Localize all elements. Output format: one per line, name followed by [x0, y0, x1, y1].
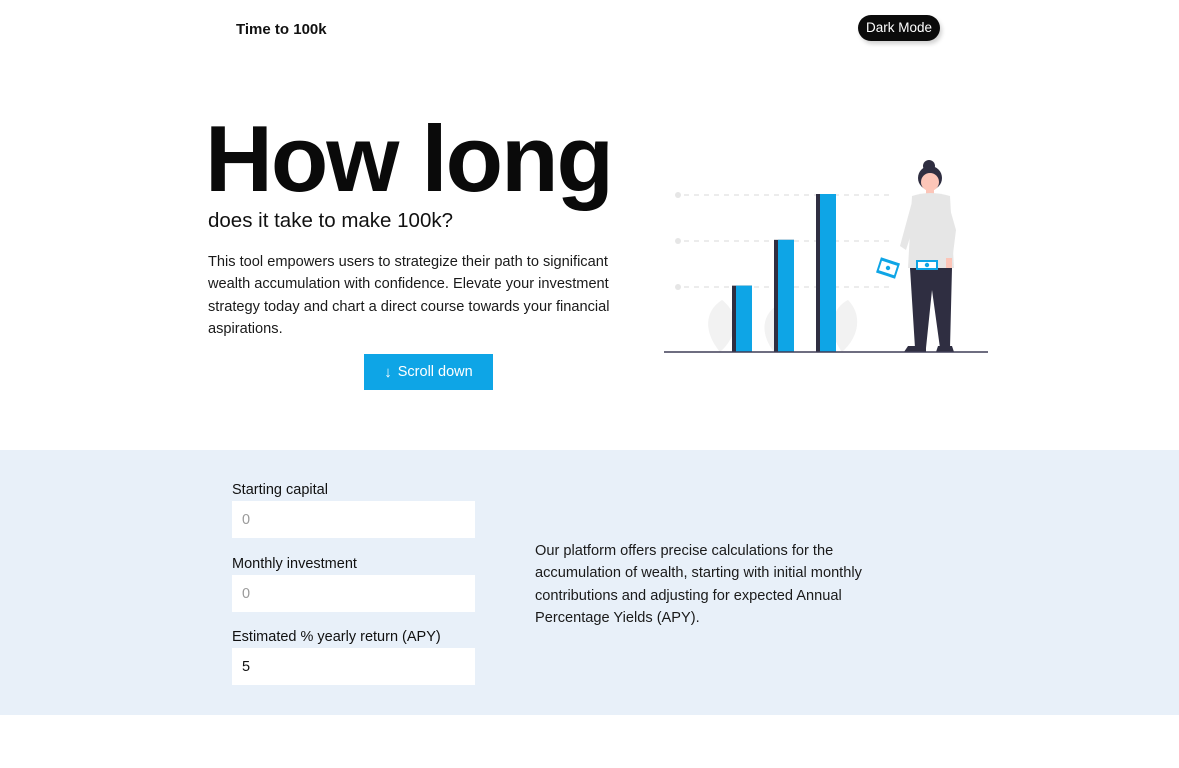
dark-mode-toggle[interactable]: Dark Mode	[858, 15, 941, 41]
hero-title: How long	[205, 106, 614, 211]
calculator-description: Our platform offers precise calculations…	[535, 543, 862, 626]
illustration-bar	[778, 239, 794, 352]
yearly-return-label: Estimated % yearly return (APY)	[232, 629, 441, 645]
hero-description: This tool empowers users to strategize t…	[208, 254, 610, 337]
illustration-bar	[820, 194, 836, 352]
illustration-bar	[736, 285, 752, 352]
scroll-down-button[interactable]: ↓ Scroll down	[364, 354, 493, 390]
scroll-down-label: Scroll down	[397, 364, 473, 380]
finance-illustration	[664, 160, 988, 353]
monthly-investment-input[interactable]	[232, 575, 475, 612]
arrow-down-icon: ↓	[384, 363, 392, 381]
yearly-return-input[interactable]	[232, 648, 475, 685]
starting-capital-label: Starting capital	[232, 482, 328, 498]
monthly-investment-label: Monthly investment	[232, 556, 357, 572]
hero-subtitle: does it take to make 100k?	[208, 209, 454, 232]
bar-chart	[732, 194, 836, 352]
brand-title[interactable]: Time to 100k	[236, 21, 327, 38]
top-bar: Time to 100k Dark Mode	[0, 0, 1179, 60]
starting-capital-input[interactable]	[232, 501, 475, 538]
person-figure	[876, 160, 956, 352]
